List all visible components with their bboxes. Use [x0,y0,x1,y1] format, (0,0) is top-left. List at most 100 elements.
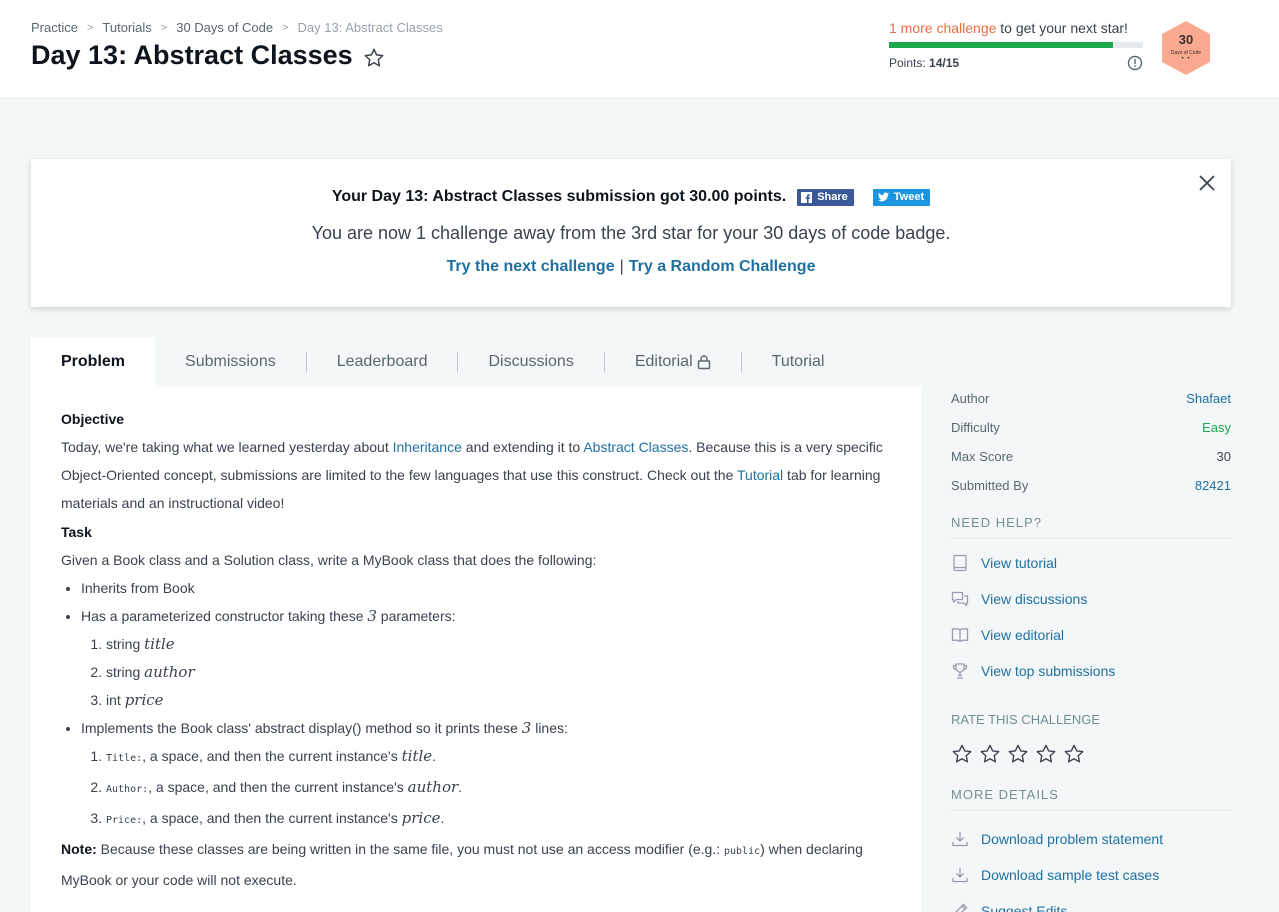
list-item: string author [106,658,891,686]
breadcrumb-practice[interactable]: Practice [31,20,78,35]
breadcrumb-separator: > [160,21,168,34]
facebook-icon [801,191,813,203]
points-text: Points: 14/15 [889,56,959,70]
tab-tutorial[interactable]: Tutorial [742,337,855,387]
need-help-heading: NEED HELP? [951,515,1231,539]
help-item-label: View editorial [981,627,1065,643]
rating-star-icon[interactable] [951,743,973,765]
pencil-icon [955,903,968,912]
30-days-of-code-badge[interactable]: 30 Days of Code • • [1159,20,1213,76]
more-details-heading: MORE DETAILS [951,787,1231,811]
points-row: Points: 14/15 [889,55,1143,71]
line-text: , a space, and then the current instance… [142,748,402,764]
tab-discussions-label: Discussions [488,353,574,370]
tab-submissions[interactable]: Submissions [155,337,306,387]
meta-max-score: Max Score 30 [951,442,1231,471]
abstract-classes-link[interactable]: Abstract Classes [583,439,688,455]
param-type: string [106,664,145,680]
tab-problem-label: Problem [61,353,126,370]
rating-star-icon[interactable] [979,743,1001,765]
facebook-share-button[interactable]: Share [797,188,854,206]
objective-text-1: Today, we're taking what we learned yest… [61,439,393,455]
inheritance-link[interactable]: Inheritance [393,439,462,455]
tab-discussions[interactable]: Discussions [458,337,603,387]
parameter-list: string title string author int price [106,630,891,714]
code-snippet: Price: [106,815,143,826]
tab-editorial-label: Editorial [634,353,693,370]
tab-editorial[interactable]: Editorial [605,337,741,387]
view-top-submissions-link[interactable]: View top submissions [951,653,1231,689]
try-next-challenge-link[interactable]: Try the next challenge [447,258,615,275]
rating-star-icon[interactable] [1035,743,1057,765]
help-item-label: View discussions [981,591,1088,607]
breadcrumb: Practice > Tutorials > 30 Days of Code >… [31,20,443,35]
submitted-by-link[interactable]: 82421 [1195,478,1231,493]
note-text: Note: Because these classes are being wr… [61,835,891,894]
list-item: Price:, a space, and then the current in… [106,804,891,835]
param-name: author [144,663,195,681]
progress-highlight: 1 more challenge [889,20,997,36]
list-item: string title [106,630,891,658]
banner-links: Try the next challenge | Try a Random Chal… [31,258,1231,276]
download-problem-statement-link[interactable]: Download problem statement [951,821,1231,857]
banner-title: Your Day 13: Abstract Classes submission… [331,188,787,205]
bullet3-text-a: Implements the Book class' abstract disp… [81,720,522,736]
view-tutorial-link[interactable]: View tutorial [951,545,1231,581]
math-number: 3 [521,719,532,737]
page-title: Day 13: Abstract Classes [31,40,353,70]
download-sample-test-cases-link[interactable]: Download sample test cases [951,857,1231,893]
output-lines-list: Title:, a space, and then the current in… [106,742,891,835]
progress-bar-fill [889,42,1113,48]
task-heading: Task [61,524,92,540]
bookmark-star-icon[interactable] [363,45,385,67]
badge-hexagon-icon [1162,21,1210,75]
tab-leaderboard[interactable]: Leaderboard [307,337,458,387]
page-title-row: Day 13: Abstract Classes [31,40,385,71]
objective-text-2: and extending it to [461,439,584,455]
breadcrumb-separator: > [282,21,289,34]
more-item-label: Suggest Edits [981,903,1068,912]
lock-icon [697,355,710,370]
view-editorial-link[interactable]: View editorial [951,617,1231,653]
points-value: 14/15 [929,56,960,70]
line-var: title [401,747,433,765]
meta-submitted-by: Submitted By 82421 [951,471,1231,500]
star-progress: 1 more challenge to get your next star! … [889,20,1143,71]
more-item-label: Download sample test cases [981,867,1160,883]
tutorial-link[interactable]: Tutorial [737,467,783,483]
bullet2-text-b: parameters: [376,608,456,624]
rate-challenge-heading: RATE THIS CHALLENGE [951,712,1101,727]
note-label: Note: [61,841,97,857]
meta-author: Author Shafaet [951,384,1231,413]
twitter-tweet-button[interactable]: Tweet [872,188,931,206]
breadcrumb-30-days-of-code[interactable]: 30 Days of Code [176,20,273,35]
help-list: View tutorial View discussions View edit… [951,545,1231,689]
suggest-edits-link[interactable]: Suggest Edits [951,893,1231,912]
max-score-value: 30 [1216,449,1231,464]
line-var: price [401,809,441,827]
list-item: Author:, a space, and then the current i… [106,773,891,804]
tab-problem[interactable]: Problem [31,337,156,387]
author-link[interactable]: Shafaet [1186,391,1231,406]
code-snippet: Author: [106,784,149,795]
code-snippet: Title: [106,753,143,764]
discussion-icon [951,591,969,607]
rating-star-icon[interactable] [1007,743,1029,765]
view-discussions-link[interactable]: View discussions [951,581,1231,617]
task-intro: Given a Book class and a Solution class,… [61,552,597,568]
open-book-icon [951,628,969,643]
trophy-icon [952,663,968,679]
line-end: . [440,810,445,826]
objective-heading: Objective [61,411,125,427]
task-list: Inherits from Book Has a parameterized c… [81,574,891,835]
breadcrumb-tutorials[interactable]: Tutorials [102,20,151,35]
difficulty-value: Easy [1202,420,1231,435]
info-icon[interactable] [1127,55,1143,71]
points-label: Points: [889,56,926,70]
progress-rest: to get your next star! [996,20,1128,36]
rating-star-icon[interactable] [1063,743,1085,765]
try-random-challenge-link[interactable]: Try a Random Challenge [629,258,816,275]
meta-label: Difficulty [951,420,1000,435]
list-item: Title:, a space, and then the current in… [106,742,891,773]
tweet-label: Tweet [893,191,925,203]
